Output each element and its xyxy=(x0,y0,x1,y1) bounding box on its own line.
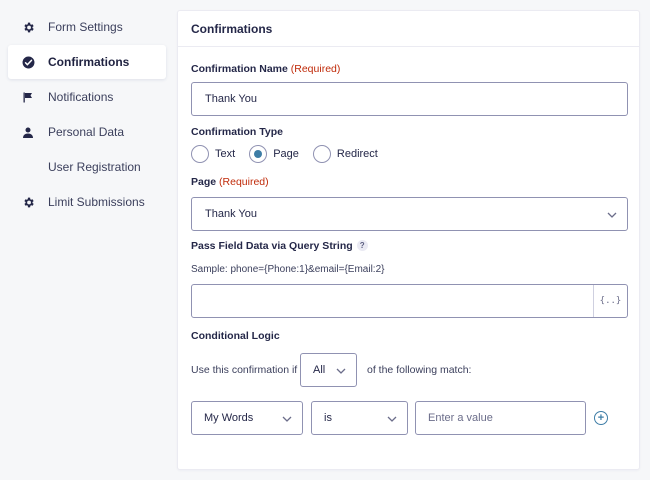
sidebar-item-label: Confirmations xyxy=(48,55,130,69)
sidebar-item-label: Form Settings xyxy=(48,20,123,34)
panel-title: Confirmations xyxy=(178,11,639,47)
radio-page[interactable] xyxy=(249,145,268,163)
help-icon[interactable]: ? xyxy=(356,240,368,251)
merge-tags-icon: {..} xyxy=(599,296,622,306)
chevron-down-icon xyxy=(607,210,617,222)
conditional-logic-label: Conditional Logic xyxy=(191,330,280,342)
query-string-label: Pass Field Data via Query String? xyxy=(191,240,368,252)
confirmation-type-label: Confirmation Type xyxy=(191,126,283,138)
sidebar-item-label: Notifications xyxy=(48,90,114,104)
add-rule-button[interactable]: + xyxy=(594,411,608,425)
conditional-logic-suffix: of the following match: xyxy=(367,364,472,376)
sidebar-item-label: Limit Submissions xyxy=(48,195,145,209)
settings-sidebar: Form Settings Confirmations Notification… xyxy=(8,10,166,220)
query-string-sample: Sample: phone={Phone:1}&email={Email:2} xyxy=(191,264,385,275)
rule-value-input[interactable]: Enter a value xyxy=(415,401,586,435)
merge-tags-button[interactable]: {..} xyxy=(593,285,627,317)
check-circle-icon xyxy=(8,56,48,69)
radio-selected-dot xyxy=(254,150,263,158)
flag-icon xyxy=(8,91,48,104)
page-select[interactable]: Thank You xyxy=(191,197,628,231)
radio-label-redirect: Redirect xyxy=(336,148,378,160)
sidebar-item-user-registration[interactable]: User Registration xyxy=(8,150,166,184)
radio-label-text: Text xyxy=(215,148,236,160)
user-icon xyxy=(8,126,48,139)
confirmation-name-input[interactable]: Thank You xyxy=(191,82,628,116)
sidebar-item-notifications[interactable]: Notifications xyxy=(8,80,166,114)
sidebar-item-confirmations[interactable]: Confirmations xyxy=(8,45,166,79)
confirmation-name-label: Confirmation Name (Required) xyxy=(191,63,341,75)
query-string-input[interactable]: {..} xyxy=(191,284,628,318)
conditional-logic-prefix: Use this confirmation if xyxy=(191,364,298,376)
chevron-down-icon xyxy=(336,366,346,378)
page-label: Page (Required) xyxy=(191,176,269,188)
radio-label-page: Page xyxy=(273,148,299,160)
chevron-down-icon xyxy=(282,414,292,426)
sidebar-item-label: Personal Data xyxy=(48,125,125,139)
logic-match-select[interactable]: All xyxy=(300,353,357,387)
sidebar-item-personal-data[interactable]: Personal Data xyxy=(8,115,166,149)
required-marker: (Required) xyxy=(290,63,341,75)
rule-operator-select[interactable]: is xyxy=(311,401,408,435)
required-marker: (Required) xyxy=(219,176,269,188)
gear-icon xyxy=(8,21,48,34)
radio-text[interactable] xyxy=(191,145,209,163)
rule-field-select[interactable]: My Words xyxy=(191,401,303,435)
sidebar-item-form-settings[interactable]: Form Settings xyxy=(8,10,166,44)
sidebar-item-label: User Registration xyxy=(48,160,141,174)
plus-icon: + xyxy=(597,411,605,424)
confirmation-panel: Confirmations Confirmation Name (Require… xyxy=(177,10,640,470)
gear-icon xyxy=(8,196,48,209)
sidebar-item-limit-submissions[interactable]: Limit Submissions xyxy=(8,185,166,219)
chevron-down-icon xyxy=(387,414,397,426)
confirmation-type-radio-group: Text Page Redirect xyxy=(191,145,392,163)
radio-redirect[interactable] xyxy=(312,145,331,163)
